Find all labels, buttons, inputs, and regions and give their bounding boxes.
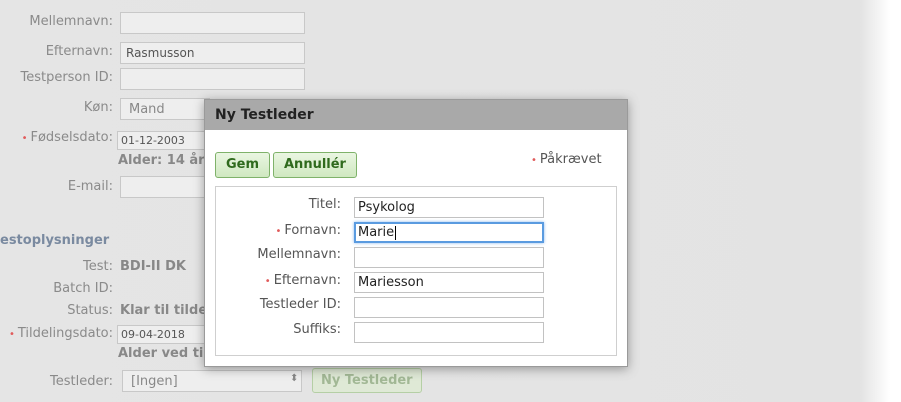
foedselsdato-field[interactable]: 01-12-2003 [117, 131, 207, 150]
test-label: Test: [83, 259, 113, 274]
titel-label: Titel: [308, 197, 341, 212]
koen-label: Køn: [83, 100, 113, 115]
required-marker-icon: • [264, 276, 271, 287]
ny-testleder-dialog: Ny Testleder Gem Annullér • Påkrævet Tite… [204, 99, 628, 367]
suffiks-label: Suffiks: [293, 322, 341, 337]
ny-testleder-button[interactable]: Ny Testleder [312, 368, 422, 393]
koen-select[interactable]: Mand [120, 98, 210, 120]
test-value: BDI-II DK [120, 259, 186, 274]
required-marker-icon: • [21, 133, 28, 144]
required-note: • Påkrævet [531, 152, 602, 167]
required-marker-icon: • [275, 226, 282, 237]
testleder-id-label: Testleder ID: [259, 297, 341, 312]
efternavn-label: Efternavn: [45, 44, 113, 59]
titel-field[interactable]: Psykolog [354, 197, 544, 218]
save-button[interactable]: Gem [215, 152, 271, 178]
tildelingsdato-label: • Tildelingsdato: [8, 326, 113, 341]
suffiks-field[interactable] [354, 322, 544, 343]
fornavn-field-value: Marie [358, 225, 395, 240]
testperson-id-label: Testperson ID: [20, 70, 113, 85]
testleder-id-field[interactable] [354, 297, 544, 318]
foedselsdato-label: • Fødselsdato: [21, 130, 113, 145]
text-cursor-icon [395, 225, 397, 240]
efternavn-field[interactable]: Mariesson [354, 272, 544, 293]
dialog-title: Ny Testleder [205, 100, 627, 130]
testleder-select-value: [Ingen] [131, 374, 178, 389]
efternavn-label: • Efternavn: [264, 273, 341, 288]
testleder-fieldset: Titel: Psykolog • Fornavn: Marie Mellemna… [215, 186, 617, 356]
fornavn-field[interactable]: Marie [354, 222, 544, 243]
testleder-label: Testleder: [50, 374, 113, 389]
testperson-id-field[interactable] [120, 68, 305, 90]
mellemnavn-label: Mellemnavn: [257, 247, 341, 262]
select-arrows-icon: ⬍ [290, 373, 299, 384]
section-title: estoplysninger [0, 233, 110, 248]
email-field[interactable] [120, 176, 210, 198]
cancel-button[interactable]: Annullér [273, 152, 357, 178]
required-marker-icon: • [8, 329, 15, 340]
alder-ved-text: Alder ved ti [118, 346, 204, 361]
fornavn-label: • Fornavn: [275, 223, 341, 238]
tildelingsdato-field[interactable]: 09-04-2018 [117, 325, 207, 344]
mellemnavn-label: Mellemnavn: [29, 14, 113, 29]
batch-id-label: Batch ID: [53, 281, 113, 296]
alder-text: Alder: 14 år [118, 153, 205, 168]
status-value: Klar til tilde [120, 303, 208, 318]
email-label: E-mail: [67, 179, 113, 194]
efternavn-field[interactable]: Rasmusson [120, 42, 305, 64]
mellemnavn-field[interactable] [120, 12, 305, 34]
status-label: Status: [67, 303, 113, 318]
required-marker-icon: • [531, 155, 537, 166]
testleder-select[interactable]: [Ingen] [122, 370, 302, 392]
mellemnavn-field[interactable] [354, 247, 544, 268]
